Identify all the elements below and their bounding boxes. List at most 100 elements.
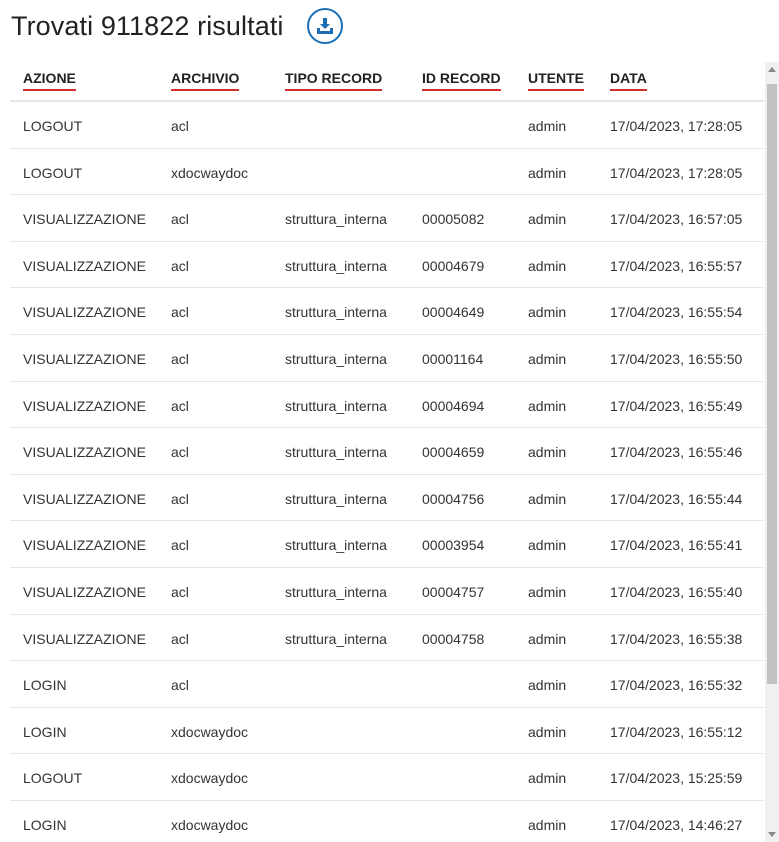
cell-azione: VISUALIZZAZIONE: [23, 211, 146, 228]
cell-utente: admin: [528, 816, 567, 833]
cell-archivio: acl: [171, 583, 189, 600]
cell-utente: admin: [528, 444, 567, 461]
cell-archivio: acl: [171, 630, 189, 647]
cell-data: 17/04/2023, 15:25:59: [610, 770, 743, 787]
cell-azione: VISUALIZZAZIONE: [23, 257, 146, 274]
table-row[interactable]: VISUALIZZAZIONE acl struttura_interna 00004…: [10, 428, 764, 475]
cell-id-record: 00001164: [422, 350, 484, 367]
cell-utente: admin: [528, 350, 567, 367]
cell-data: 17/04/2023, 14:46:27: [610, 816, 743, 833]
scroll-down-arrow-icon[interactable]: [765, 828, 779, 842]
cell-tipo-record: struttura_interna: [285, 630, 387, 647]
table-row[interactable]: VISUALIZZAZIONE acl struttura_interna 00001…: [10, 335, 764, 382]
table-row[interactable]: VISUALIZZAZIONE acl struttura_interna 00004…: [10, 242, 764, 289]
table-row[interactable]: LOGIN xdocwaydoc admin 17/04/2023, 16:55:12: [10, 708, 764, 755]
cell-utente: admin: [528, 118, 567, 134]
cell-archivio: acl: [171, 211, 189, 228]
cell-id-record: 00004694: [422, 397, 485, 414]
column-header-azione[interactable]: AZIONE: [23, 70, 76, 91]
cell-id-record: 00004758: [422, 630, 485, 647]
download-button[interactable]: [307, 8, 343, 44]
column-header-data[interactable]: DATA: [610, 70, 647, 91]
cell-utente: admin: [528, 770, 567, 787]
table-body: LOGOUT acl admin 17/04/2023, 17:28:05 LOGOUT…: [10, 102, 764, 842]
results-header: Trovati 911822 risultati: [11, 6, 284, 46]
cell-azione: VISUALIZZAZIONE: [23, 304, 146, 321]
cell-data: 17/04/2023, 16:55:50: [610, 350, 743, 367]
cell-data: 17/04/2023, 16:55:40: [610, 583, 743, 600]
cell-id-record: 00003954: [422, 537, 485, 554]
cell-archivio: acl: [171, 397, 189, 414]
cell-id-record: 00004757: [422, 583, 485, 600]
scrollbar-thumb[interactable]: [767, 84, 777, 684]
cell-archivio: acl: [171, 118, 189, 134]
cell-data: 17/04/2023, 16:55:12: [610, 723, 743, 740]
cell-id-record: 00004659: [422, 444, 485, 461]
table-row[interactable]: LOGOUT xdocwaydoc admin 17/04/2023, 17:28:0…: [10, 149, 764, 196]
cell-archivio: acl: [171, 444, 189, 461]
column-header-utente[interactable]: UTENTE: [528, 70, 584, 91]
cell-data: 17/04/2023, 16:55:46: [610, 444, 743, 461]
column-header-archivio[interactable]: ARCHIVIO: [171, 70, 240, 91]
table-row[interactable]: LOGIN acl admin 17/04/2023, 16:55:32: [10, 661, 764, 708]
cell-tipo-record: struttura_interna: [285, 211, 387, 228]
cell-azione: LOGIN: [23, 677, 67, 694]
cell-archivio: xdocwaydoc: [171, 164, 249, 181]
table-row[interactable]: VISUALIZZAZIONE acl struttura_interna 00004…: [10, 475, 764, 522]
cell-utente: admin: [528, 723, 567, 740]
cell-archivio: xdocwaydoc: [171, 770, 249, 787]
cell-azione: VISUALIZZAZIONE: [23, 350, 146, 367]
page-title: Trovati 911822 risultati: [11, 10, 284, 41]
cell-azione: VISUALIZZAZIONE: [23, 444, 146, 461]
vertical-scrollbar[interactable]: [765, 62, 779, 842]
cell-archivio: xdocwaydoc: [171, 816, 249, 833]
cell-archivio: acl: [171, 350, 189, 367]
cell-archivio: acl: [171, 677, 189, 694]
cell-tipo-record: struttura_interna: [285, 257, 387, 274]
cell-tipo-record: struttura_interna: [285, 444, 387, 461]
table-row[interactable]: VISUALIZZAZIONE acl struttura_interna 00004…: [10, 568, 764, 615]
cell-azione: VISUALIZZAZIONE: [23, 397, 146, 414]
cell-azione: VISUALIZZAZIONE: [23, 490, 146, 507]
cell-utente: admin: [528, 630, 567, 647]
cell-utente: admin: [528, 164, 567, 181]
cell-data: 17/04/2023, 16:55:54: [610, 304, 743, 321]
cell-archivio: acl: [171, 537, 189, 554]
table-row[interactable]: VISUALIZZAZIONE acl struttura_interna 00005…: [10, 195, 764, 242]
cell-data: 17/04/2023, 16:55:38: [610, 630, 743, 647]
table-row[interactable]: VISUALIZZAZIONE acl struttura_interna 00004…: [10, 382, 764, 429]
cell-data: 17/04/2023, 16:55:32: [610, 677, 743, 694]
cell-data: 17/04/2023, 16:55:41: [610, 537, 743, 554]
table-row[interactable]: LOGIN xdocwaydoc admin 17/04/2023, 14:46:27: [10, 801, 764, 842]
cell-id-record: 00005082: [422, 211, 485, 228]
cell-data: 17/04/2023, 17:28:05: [610, 118, 743, 134]
cell-data: 17/04/2023, 16:55:57: [610, 257, 743, 274]
cell-utente: admin: [528, 537, 567, 554]
cell-data: 17/04/2023, 16:57:05: [610, 211, 743, 228]
cell-id-record: 00004649: [422, 304, 485, 321]
table-row[interactable]: VISUALIZZAZIONE acl struttura_interna 00004…: [10, 615, 764, 662]
scroll-up-arrow-icon[interactable]: [765, 62, 779, 76]
cell-tipo-record: struttura_interna: [285, 490, 387, 507]
table-row[interactable]: VISUALIZZAZIONE acl struttura_interna 00003…: [10, 521, 764, 568]
table-row[interactable]: VISUALIZZAZIONE acl struttura_interna 00004…: [10, 288, 764, 335]
download-icon: [317, 18, 333, 34]
column-header-id-record[interactable]: ID RECORD: [422, 70, 501, 91]
table-row[interactable]: LOGOUT acl admin 17/04/2023, 17:28:05: [10, 102, 764, 149]
cell-archivio: acl: [171, 304, 189, 321]
cell-archivio: xdocwaydoc: [171, 723, 249, 740]
cell-azione: LOGOUT: [23, 118, 83, 134]
cell-tipo-record: struttura_interna: [285, 350, 387, 367]
cell-azione: VISUALIZZAZIONE: [23, 630, 146, 647]
cell-azione: LOGOUT: [23, 164, 83, 181]
table-row[interactable]: LOGOUT xdocwaydoc admin 17/04/2023, 15:25:5…: [10, 754, 764, 801]
column-header-tipo-record[interactable]: TIPO RECORD: [285, 70, 383, 91]
results-table: AZIONE ARCHIVIO TIPO RECORD ID RECORD UT…: [10, 62, 764, 842]
cell-utente: admin: [528, 304, 567, 321]
cell-utente: admin: [528, 677, 567, 694]
cell-data: 17/04/2023, 16:55:49: [610, 397, 743, 414]
cell-data: 17/04/2023, 17:28:05: [610, 164, 743, 181]
cell-id-record: 00004756: [422, 490, 485, 507]
cell-utente: admin: [528, 211, 567, 228]
cell-utente: admin: [528, 490, 567, 507]
